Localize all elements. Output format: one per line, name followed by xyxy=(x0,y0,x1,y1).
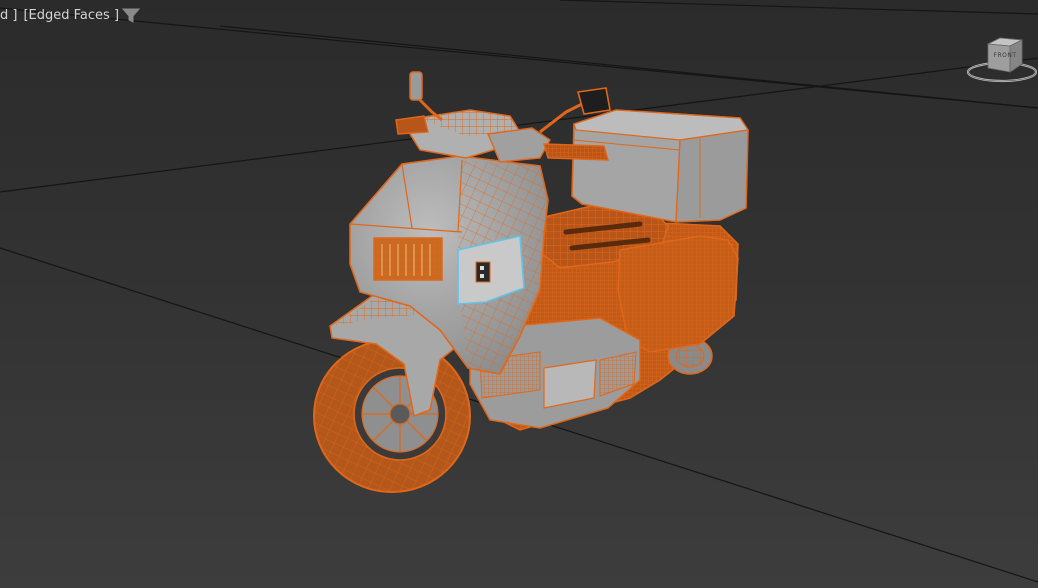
scooter-right-mirror[interactable] xyxy=(576,87,611,115)
viewport-label: d ] [Edged Faces ] xyxy=(0,6,119,24)
scooter-left-mirror[interactable] xyxy=(409,71,423,101)
viewcube-icon[interactable] xyxy=(966,34,1038,88)
shading-mode-label[interactable]: [Edged Faces ] xyxy=(23,8,119,23)
viewport-label-fragment[interactable]: d ] xyxy=(0,8,17,23)
scooter-side-panel[interactable] xyxy=(617,235,739,353)
scooter-model[interactable] xyxy=(313,71,750,493)
scooter-front-wheel[interactable] xyxy=(313,339,471,493)
filter-funnel-icon[interactable] xyxy=(122,7,140,23)
scooter-top-box[interactable] xyxy=(571,109,750,223)
perspective-viewport[interactable]: d ] [Edged Faces ] FRONT xyxy=(0,0,1038,588)
viewport-scene[interactable] xyxy=(0,0,1038,588)
